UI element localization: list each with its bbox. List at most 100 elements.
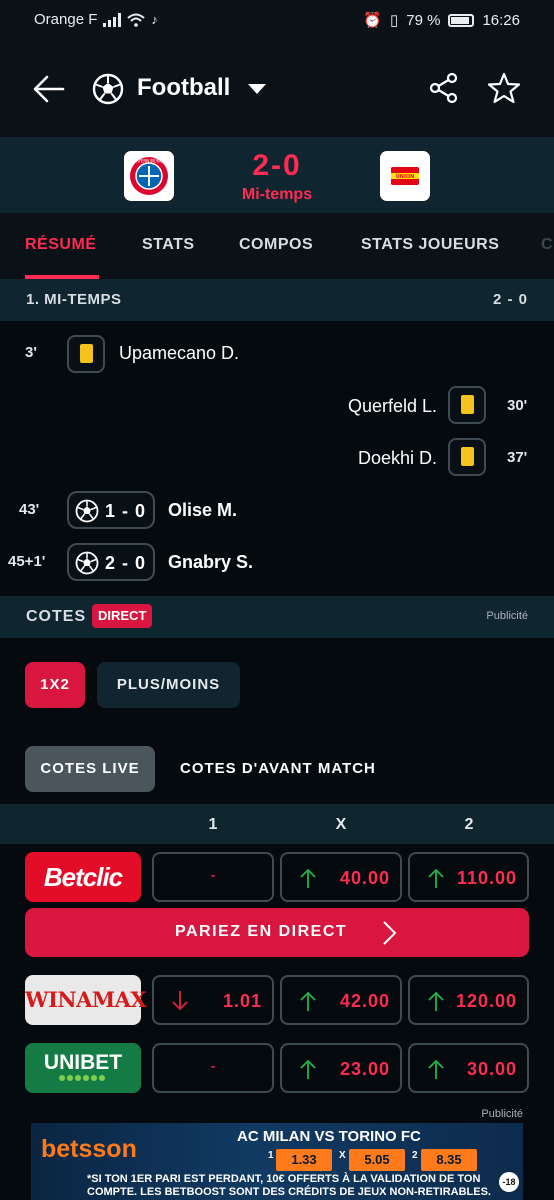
- odd-value: 120.00: [455, 991, 517, 1011]
- carrier-label: Orange F: [34, 11, 98, 28]
- column-x: X: [335, 816, 347, 833]
- clock: 16:26: [482, 11, 520, 29]
- ad-odd-value: 5.05: [349, 1149, 405, 1171]
- status-bar: Orange F ♪ ⏰ ▯ 79 % 16:26: [0, 0, 554, 40]
- ad-odd-label: 2: [412, 1150, 418, 1161]
- bookmaker-name: UNIBET: [43, 1051, 123, 1074]
- goal-badge: 2 - 0: [67, 543, 155, 581]
- vibrate-icon: ▯: [389, 12, 399, 29]
- ad-banner[interactable]: betsson AC MILAN VS TORINO FC 1 1.33 X 5…: [31, 1123, 523, 1200]
- ad-odd-value: 1.33: [276, 1149, 332, 1171]
- arrow-up-icon: [300, 991, 316, 1011]
- alarm-icon: ⏰: [363, 12, 382, 29]
- football-icon: [92, 73, 124, 105]
- odds-type-prematch[interactable]: COTES D'AVANT MATCH: [168, 746, 408, 792]
- arrow-up-icon: [300, 1059, 316, 1079]
- signal-icon: [103, 12, 122, 27]
- yellow-card-icon: [67, 335, 105, 373]
- share-icon[interactable]: [428, 72, 460, 104]
- event-player[interactable]: Gnabry S.: [168, 552, 253, 573]
- event-minute: 43': [19, 501, 40, 518]
- ad-brand-logo: betsson: [41, 1135, 137, 1163]
- age-restriction-badge: -18: [499, 1172, 519, 1192]
- column-2: 2: [464, 816, 474, 833]
- tab-compos[interactable]: COMPOS: [239, 236, 313, 254]
- tab-next-partial[interactable]: C: [541, 236, 553, 254]
- arrow-up-icon: [428, 991, 444, 1011]
- bookmaker-logo-unibet[interactable]: UNIBET: [25, 1043, 141, 1093]
- event-minute: 30': [507, 397, 528, 414]
- tab-bar: RÉSUMÉ STATS COMPOS STATS JOUEURS C: [0, 213, 554, 279]
- ad-disclaimer-label: Publicité: [486, 610, 528, 622]
- ad-odd-label: X: [339, 1150, 346, 1161]
- ad-odd-value: 8.35: [421, 1149, 477, 1171]
- ad-odd-label: 1: [268, 1150, 274, 1161]
- match-score: 2-0: [252, 149, 302, 182]
- odd-value: -: [210, 867, 216, 884]
- odds-type-live[interactable]: COTES LIVE: [25, 746, 155, 792]
- goal-score: 2 - 0: [105, 553, 147, 573]
- favorite-star-icon[interactable]: [487, 71, 521, 105]
- tab-stats[interactable]: STATS: [142, 236, 195, 254]
- odd-cell[interactable]: 120.00: [408, 975, 529, 1025]
- back-arrow-icon[interactable]: [32, 72, 66, 106]
- arrow-down-icon: [172, 991, 188, 1011]
- market-tab-1x2[interactable]: 1X2: [25, 662, 85, 708]
- yellow-card-icon: [448, 386, 486, 424]
- bookmaker-logo-betclic[interactable]: Betclic: [25, 852, 141, 902]
- football-icon: [75, 499, 99, 523]
- half-header: 1. MI-TEMPS 2 - 0: [0, 279, 554, 321]
- unibet-dots-icon: [59, 1075, 105, 1081]
- half-score: 2 - 0: [492, 291, 528, 308]
- bookmaker-name: WINAMAX: [25, 987, 147, 1012]
- app-header: Football: [0, 40, 554, 137]
- market-tab-plus-moins[interactable]: PLUS/MOINS: [97, 662, 240, 708]
- odd-cell[interactable]: 40.00: [280, 852, 402, 902]
- sport-title[interactable]: Football: [137, 74, 230, 102]
- chevron-right-icon: [383, 921, 397, 945]
- match-period: Mi-temps: [241, 186, 313, 203]
- arrow-up-icon: [428, 868, 444, 888]
- odd-cell[interactable]: 23.00: [280, 1043, 402, 1093]
- odd-cell[interactable]: -: [152, 1043, 274, 1093]
- odd-cell[interactable]: 42.00: [280, 975, 402, 1025]
- odd-value: 30.00: [466, 1059, 517, 1079]
- tab-stats-joueurs[interactable]: STATS JOUEURS: [361, 236, 499, 254]
- away-team-logo[interactable]: UNION: [380, 151, 430, 201]
- odd-cell[interactable]: 1.01: [152, 975, 274, 1025]
- yellow-card-icon: [448, 438, 486, 476]
- event-player[interactable]: Doekhi D.: [332, 448, 437, 469]
- arrow-up-icon: [428, 1059, 444, 1079]
- football-icon: [75, 551, 99, 575]
- home-logo-text: FC BAYERN MÜNCHEN: [127, 159, 171, 164]
- column-1: 1: [208, 816, 218, 833]
- chevron-down-icon[interactable]: [248, 84, 266, 94]
- goal-badge: 1 - 0: [67, 491, 155, 529]
- battery-percent: 79 %: [406, 11, 441, 29]
- odd-value: 110.00: [456, 868, 517, 888]
- tiktok-icon: ♪: [151, 12, 158, 27]
- bet-live-label: PARIEZ EN DIRECT: [175, 923, 348, 940]
- event-player[interactable]: Olise M.: [168, 500, 237, 521]
- away-logo-text: UNION: [396, 174, 415, 180]
- score-band: FC BAYERN MÜNCHEN 2-0 Mi-temps UNION: [0, 137, 554, 213]
- battery-icon: [448, 13, 475, 27]
- goal-score: 1 - 0: [105, 501, 147, 521]
- odd-value: 42.00: [339, 991, 390, 1011]
- bet-live-button[interactable]: PARIEZ EN DIRECT: [25, 908, 529, 957]
- odd-cell[interactable]: 110.00: [408, 852, 529, 902]
- event-player[interactable]: Querfeld L.: [332, 396, 437, 417]
- odd-cell[interactable]: -: [152, 852, 274, 902]
- odds-label: COTES: [26, 608, 87, 625]
- odd-cell[interactable]: 30.00: [408, 1043, 529, 1093]
- event-minute: 37': [507, 449, 528, 466]
- home-team-logo[interactable]: FC BAYERN MÜNCHEN: [124, 151, 174, 201]
- bookmaker-logo-winamax[interactable]: WINAMAX: [25, 975, 147, 1025]
- odd-value: 40.00: [339, 868, 390, 888]
- half-label: 1. MI-TEMPS: [26, 291, 122, 308]
- bookmaker-name: Betclic: [43, 862, 123, 892]
- event-player[interactable]: Upamecano D.: [119, 343, 239, 364]
- odds-header: COTES DIRECT Publicité: [0, 596, 554, 638]
- event-minute: 3': [25, 344, 37, 361]
- tab-resume[interactable]: RÉSUMÉ: [25, 236, 96, 254]
